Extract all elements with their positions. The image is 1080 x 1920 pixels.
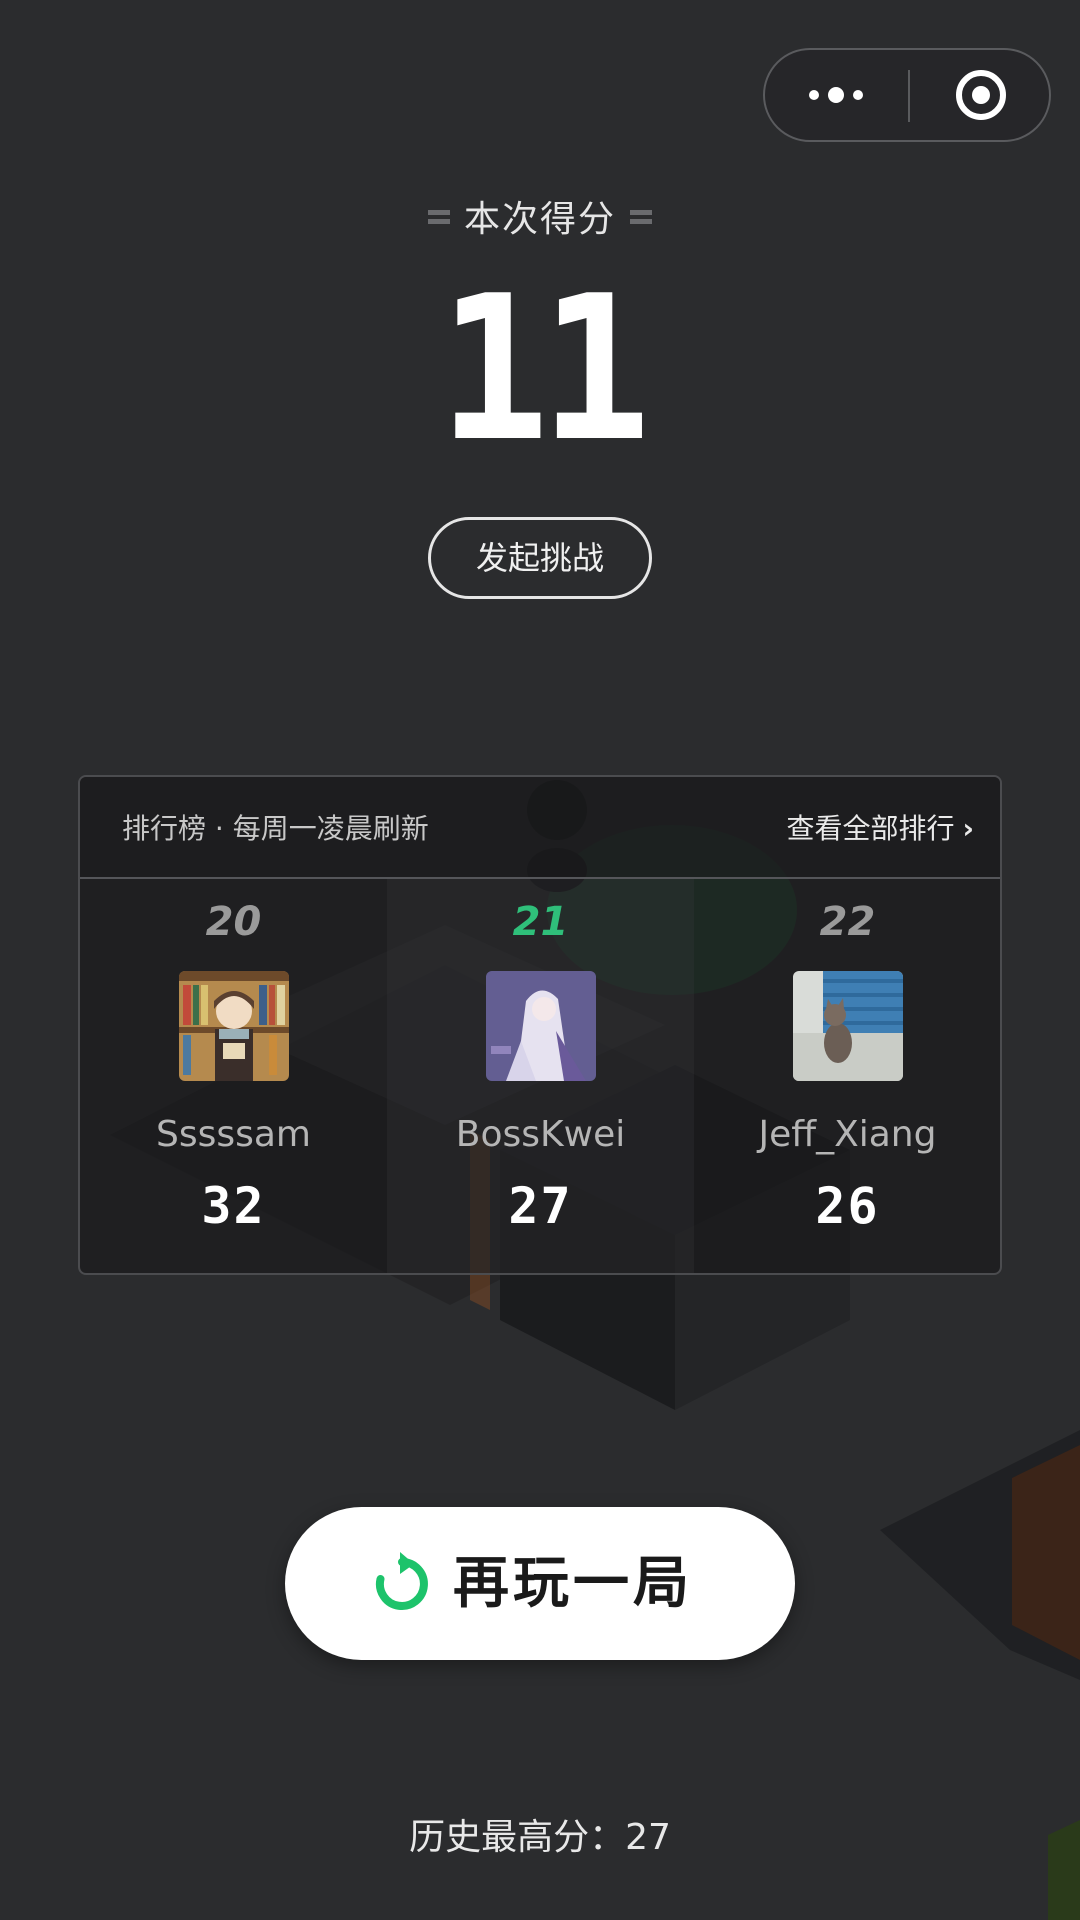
best-score: 历史最高分：27 (409, 1817, 671, 1858)
player-name: Jeff_Xiang (758, 1114, 937, 1155)
close-program-button[interactable] (910, 50, 1051, 140)
current-score: 11 (438, 253, 650, 486)
avatar (486, 971, 596, 1081)
player-score: 27 (508, 1177, 573, 1235)
player-score: 26 (815, 1177, 880, 1235)
entry-rank: 22 (819, 899, 876, 945)
leaderboard-panel: 排行榜 · 每周一凌晨刷新 查看全部排行 › 20 Sssssam 32 21 … (78, 775, 1002, 1275)
mini-program-capsule (763, 48, 1051, 142)
view-all-ranking-link[interactable]: 查看全部排行 › (786, 807, 974, 847)
chevron-right-icon: › (962, 812, 974, 845)
entry-rank: 20 (205, 899, 262, 945)
more-dots-icon (809, 87, 863, 103)
replay-button[interactable]: 再玩一局 (285, 1507, 795, 1660)
leaderboard-entry[interactable]: 22 Jeff_Xiang 26 (694, 879, 1000, 1273)
leaderboard-title: 排行榜 · 每周一凌晨刷新 (122, 812, 429, 845)
refresh-icon (375, 1552, 428, 1610)
player-score: 32 (201, 1177, 266, 1235)
view-all-label: 查看全部排行 (786, 812, 955, 845)
more-menu-button[interactable] (765, 50, 908, 140)
leaderboard-entry[interactable]: 20 Sssssam 32 (80, 879, 387, 1273)
equals-decoration-icon (427, 206, 450, 228)
leaderboard-header: 排行榜 · 每周一凌晨刷新 查看全部排行 › (80, 777, 1000, 879)
entry-rank: 21 (512, 899, 569, 945)
challenge-button[interactable]: 发起挑战 (428, 517, 652, 599)
leaderboard-entry-self[interactable]: 21 BossKwei 27 (387, 879, 694, 1273)
player-name: Sssssam (155, 1114, 311, 1155)
score-title-text: 本次得分 (463, 199, 616, 240)
equals-decoration-icon (630, 206, 652, 228)
target-close-icon (956, 70, 1006, 120)
score-title: 本次得分 (0, 190, 1080, 242)
avatar (179, 971, 289, 1081)
replay-label: 再玩一局 (453, 1551, 693, 1616)
player-name: BossKwei (455, 1114, 626, 1155)
avatar (793, 971, 903, 1081)
